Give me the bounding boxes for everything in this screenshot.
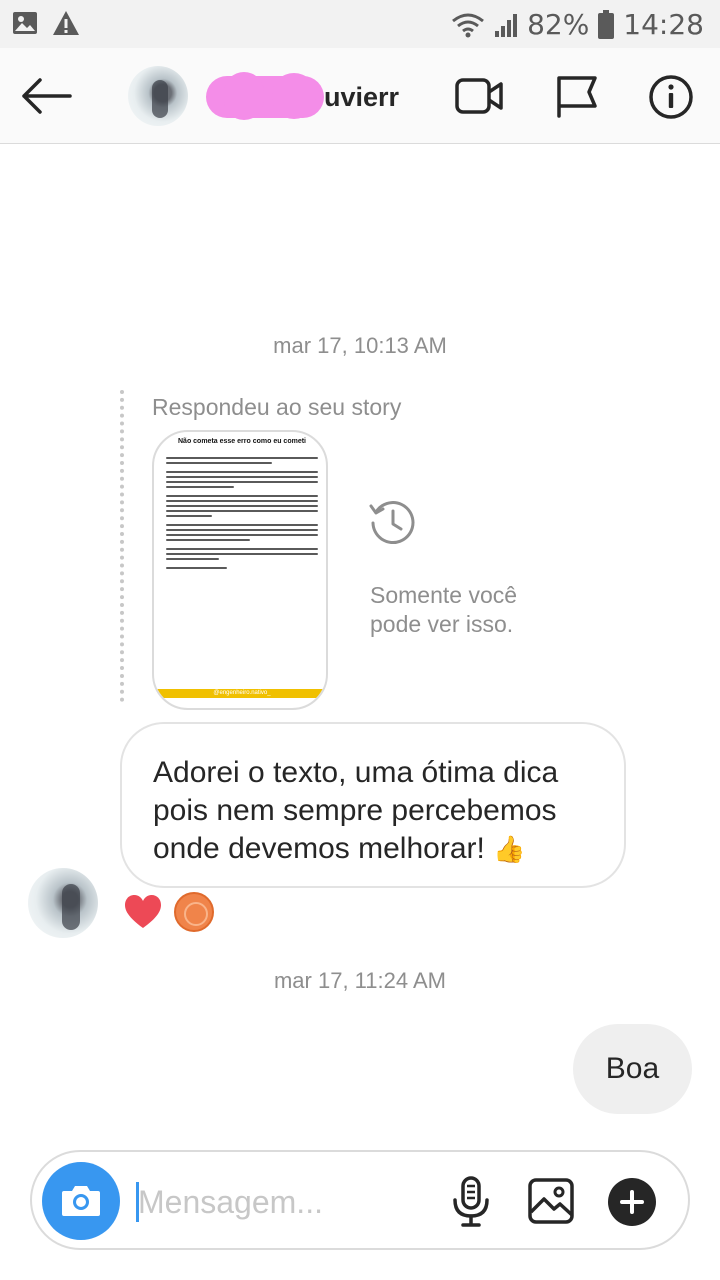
battery-icon: [598, 9, 615, 39]
back-button[interactable]: [20, 76, 74, 116]
story-text-lines: [166, 454, 318, 576]
info-button[interactable]: [648, 74, 696, 119]
reactor-avatar: [174, 892, 214, 932]
more-options-button[interactable]: [608, 1178, 656, 1226]
sent-message-bubble[interactable]: Boa: [573, 1024, 692, 1114]
info-icon: [649, 75, 693, 119]
image-icon: [13, 12, 37, 34]
gallery-button[interactable]: [528, 1178, 574, 1224]
story-handle: @engenheiro.nativo_: [213, 690, 271, 696]
video-call-icon: [455, 78, 503, 114]
signal-icon: [495, 13, 518, 37]
camera-icon: [62, 1186, 100, 1216]
heart-icon: [125, 895, 161, 928]
gallery-icon: [528, 1178, 574, 1224]
back-arrow-icon: [22, 78, 72, 114]
sender-avatar[interactable]: [28, 868, 98, 938]
wifi-icon: [452, 13, 484, 37]
story-title: Não cometa esse erro como eu cometi: [178, 438, 306, 445]
microphone-icon: [453, 1176, 489, 1227]
message-timestamp: mar 17, 10:13 AM: [273, 333, 447, 358]
clock: 14:28: [623, 8, 704, 41]
plus-icon: [620, 1190, 644, 1214]
chat-header: uvierr: [0, 48, 720, 144]
history-icon: [369, 501, 415, 544]
thumbs-up-icon: 👍: [493, 835, 526, 865]
message-reactions[interactable]: [124, 892, 214, 932]
contact-avatar[interactable]: [128, 66, 188, 126]
battery-percent: 82%: [527, 8, 590, 41]
story-preview[interactable]: Não cometa esse erro como eu cometi @eng…: [152, 430, 328, 710]
microphone-button[interactable]: [450, 1176, 492, 1228]
contact-username[interactable]: uvierr: [324, 82, 399, 113]
reply-thread-line: [120, 390, 124, 702]
flag-icon: [557, 76, 597, 118]
warning-icon: [53, 11, 79, 35]
video-call-button[interactable]: [455, 74, 503, 118]
only-you-notice: Somente você pode ver isso.: [370, 582, 518, 637]
camera-button[interactable]: [42, 1162, 120, 1240]
received-message-bubble[interactable]: Adorei o texto, uma ótima dica pois nem …: [120, 722, 626, 888]
report-button[interactable]: [553, 74, 601, 118]
story-reply-caption: Respondeu ao seu story: [152, 394, 402, 420]
message-composer: [30, 1150, 690, 1250]
status-bar: 82% 14:28: [0, 0, 720, 48]
message-input[interactable]: [138, 1180, 428, 1224]
message-timestamp: mar 17, 11:24 AM: [273, 968, 446, 993]
name-redaction: [206, 72, 324, 120]
